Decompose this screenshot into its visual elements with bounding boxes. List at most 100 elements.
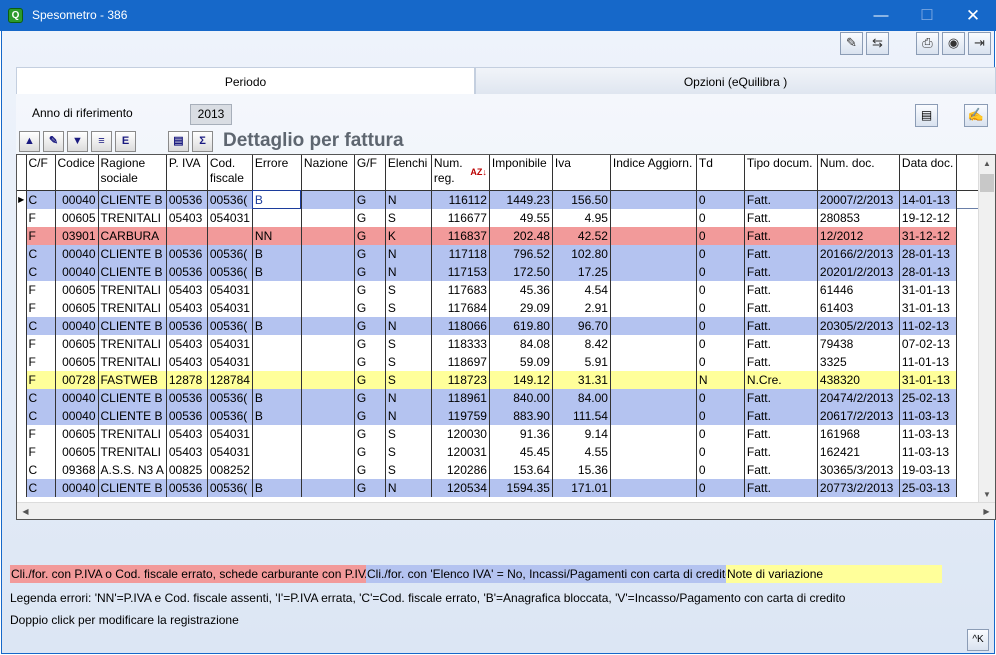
cell-imponibile[interactable]: 1449.23	[489, 190, 553, 209]
cell-indice[interactable]	[610, 208, 697, 227]
table-row[interactable]: C 00040 CLIENTE B 00536 00536(B G N 118961 840.0…	[17, 388, 990, 407]
cell-nazione[interactable]	[301, 298, 355, 317]
cell-data[interactable]: 11-03-13	[899, 442, 957, 461]
cell-nazione[interactable]	[301, 370, 355, 389]
cell-td[interactable]: 0	[696, 316, 745, 335]
cell-indice[interactable]	[610, 316, 697, 335]
vertical-scrollbar[interactable]: ▲ ▼	[978, 155, 995, 503]
cell-codice[interactable]: 00605	[55, 424, 99, 443]
cell-numreg[interactable]: 117684	[431, 298, 490, 317]
table-row[interactable]: F 03901 CARBURA NN G K 116837 202.48 42.52 0 Fatt.…	[17, 226, 990, 245]
cell-cf[interactable]: F	[26, 298, 56, 317]
cell-elenchi[interactable]: S	[385, 442, 432, 461]
cell-codfisc[interactable]: 054031	[207, 208, 253, 227]
cell-tipo[interactable]: Fatt.	[744, 424, 818, 443]
cell-elenchi[interactable]: N	[385, 388, 432, 407]
cell-indice[interactable]	[610, 244, 697, 263]
cell-data[interactable]: 28-01-13	[899, 244, 957, 263]
cell-iva[interactable]: 31.31	[552, 370, 611, 389]
cell-nazione[interactable]	[301, 406, 355, 425]
cell-indice[interactable]	[610, 370, 697, 389]
cell-tipo[interactable]: Fatt.	[744, 406, 818, 425]
cell-tipo[interactable]: Fatt.	[744, 316, 818, 335]
col-header-tipo[interactable]: Tipo docum.	[744, 155, 818, 191]
cell-cf[interactable]: F	[26, 442, 56, 461]
cell-codice[interactable]: 00605	[55, 334, 99, 353]
cell-errore[interactable]	[252, 280, 302, 299]
cell-gf[interactable]: G	[354, 226, 386, 245]
cell-numreg[interactable]: 118723	[431, 370, 490, 389]
cell-errore[interactable]	[252, 208, 302, 227]
cell-codice[interactable]: 00040	[55, 262, 99, 281]
cell-errore[interactable]	[252, 298, 302, 317]
cell-indice[interactable]	[610, 388, 697, 407]
cell-indice[interactable]	[610, 226, 697, 245]
cell-indice[interactable]	[610, 280, 697, 299]
exit-icon[interactable]: ⇥	[968, 32, 991, 55]
cell-gf[interactable]: G	[354, 262, 386, 281]
cell-nazione[interactable]	[301, 442, 355, 461]
cell-gf[interactable]: G	[354, 424, 386, 443]
cell-td[interactable]: 0	[696, 208, 745, 227]
cell-numreg[interactable]: 116837	[431, 226, 490, 245]
col-header-cf[interactable]: C/F	[26, 155, 56, 191]
cell-numdoc[interactable]: 20773/2/2013	[817, 478, 900, 497]
cell-imponibile[interactable]: 84.08	[489, 334, 553, 353]
cell-indice[interactable]	[610, 298, 697, 317]
cell-ragione[interactable]: FASTWEB	[98, 370, 167, 389]
cell-codfisc[interactable]: 00536(	[207, 190, 253, 209]
cell-cf[interactable]: C	[26, 262, 56, 281]
cell-codfisc[interactable]: 054031	[207, 352, 253, 371]
cell-data[interactable]: 31-01-13	[899, 298, 957, 317]
cell-data[interactable]: 11-02-13	[899, 316, 957, 335]
cell-ragione[interactable]: TRENITALI	[98, 442, 167, 461]
cell-piva[interactable]: 00536	[166, 262, 208, 281]
cell-iva[interactable]: 156.50	[552, 190, 611, 209]
cell-gf[interactable]: G	[354, 478, 386, 497]
cell-gf[interactable]: G	[354, 406, 386, 425]
cell-elenchi[interactable]: N	[385, 478, 432, 497]
table-row[interactable]: F 00728 FASTWEB 12878 128784 G S 118723 149.12 31…	[17, 370, 990, 389]
cell-indice[interactable]	[610, 334, 697, 353]
cell-nazione[interactable]	[301, 190, 355, 209]
cell-data[interactable]: 25-03-13	[899, 478, 957, 497]
cell-td[interactable]: 0	[696, 244, 745, 263]
cell-iva[interactable]: 8.42	[552, 334, 611, 353]
cell-imponibile[interactable]: 149.12	[489, 370, 553, 389]
cell-imponibile[interactable]: 45.45	[489, 442, 553, 461]
cell-imponibile[interactable]: 49.55	[489, 208, 553, 227]
cell-gf[interactable]: G	[354, 352, 386, 371]
cell-gf[interactable]: G	[354, 208, 386, 227]
col-header-numreg[interactable]: Num. reg. AZ↓	[431, 155, 490, 191]
cell-numreg[interactable]: 120030	[431, 424, 490, 443]
cell-cf[interactable]: F	[26, 334, 56, 353]
cell-data[interactable]: 07-02-13	[899, 334, 957, 353]
cell-numreg[interactable]: 119759	[431, 406, 490, 425]
cell-codice[interactable]: 00040	[55, 478, 99, 497]
cell-iva[interactable]: 17.25	[552, 262, 611, 281]
cell-ragione[interactable]: TRENITALI	[98, 424, 167, 443]
detail-icon[interactable]: ▤	[168, 131, 189, 152]
cell-numdoc[interactable]: 20617/2/2013	[817, 406, 900, 425]
cell-elenchi[interactable]: N	[385, 316, 432, 335]
cell-cf[interactable]: C	[26, 244, 56, 263]
cell-numreg[interactable]: 120031	[431, 442, 490, 461]
cell-elenchi[interactable]: N	[385, 244, 432, 263]
cell-elenchi[interactable]: S	[385, 460, 432, 479]
scroll-up-arrow-icon[interactable]: ▲	[979, 155, 995, 172]
table-row[interactable]: F 00605 TRENITALI 05403 054031 G S 117684 29.09 2…	[17, 298, 990, 317]
cell-numdoc[interactable]: 3325	[817, 352, 900, 371]
cell-iva[interactable]: 4.55	[552, 442, 611, 461]
filter-icon[interactable]: ▼	[67, 131, 88, 152]
cell-ragione[interactable]: CLIENTE B	[98, 244, 167, 263]
cell-elenchi[interactable]: S	[385, 424, 432, 443]
cell-data[interactable]: 11-03-13	[899, 406, 957, 425]
ctrl-k-button[interactable]: ^K	[967, 629, 989, 651]
signature-icon[interactable]: ✍	[964, 104, 988, 127]
close-button[interactable]: ✕	[950, 0, 996, 31]
cell-codfisc[interactable]: 00536(	[207, 316, 253, 335]
cell-td[interactable]: 0	[696, 334, 745, 353]
print-icon[interactable]: ⎙	[916, 32, 939, 55]
cell-td[interactable]: 0	[696, 226, 745, 245]
excel-export-icon[interactable]: E	[115, 131, 136, 152]
